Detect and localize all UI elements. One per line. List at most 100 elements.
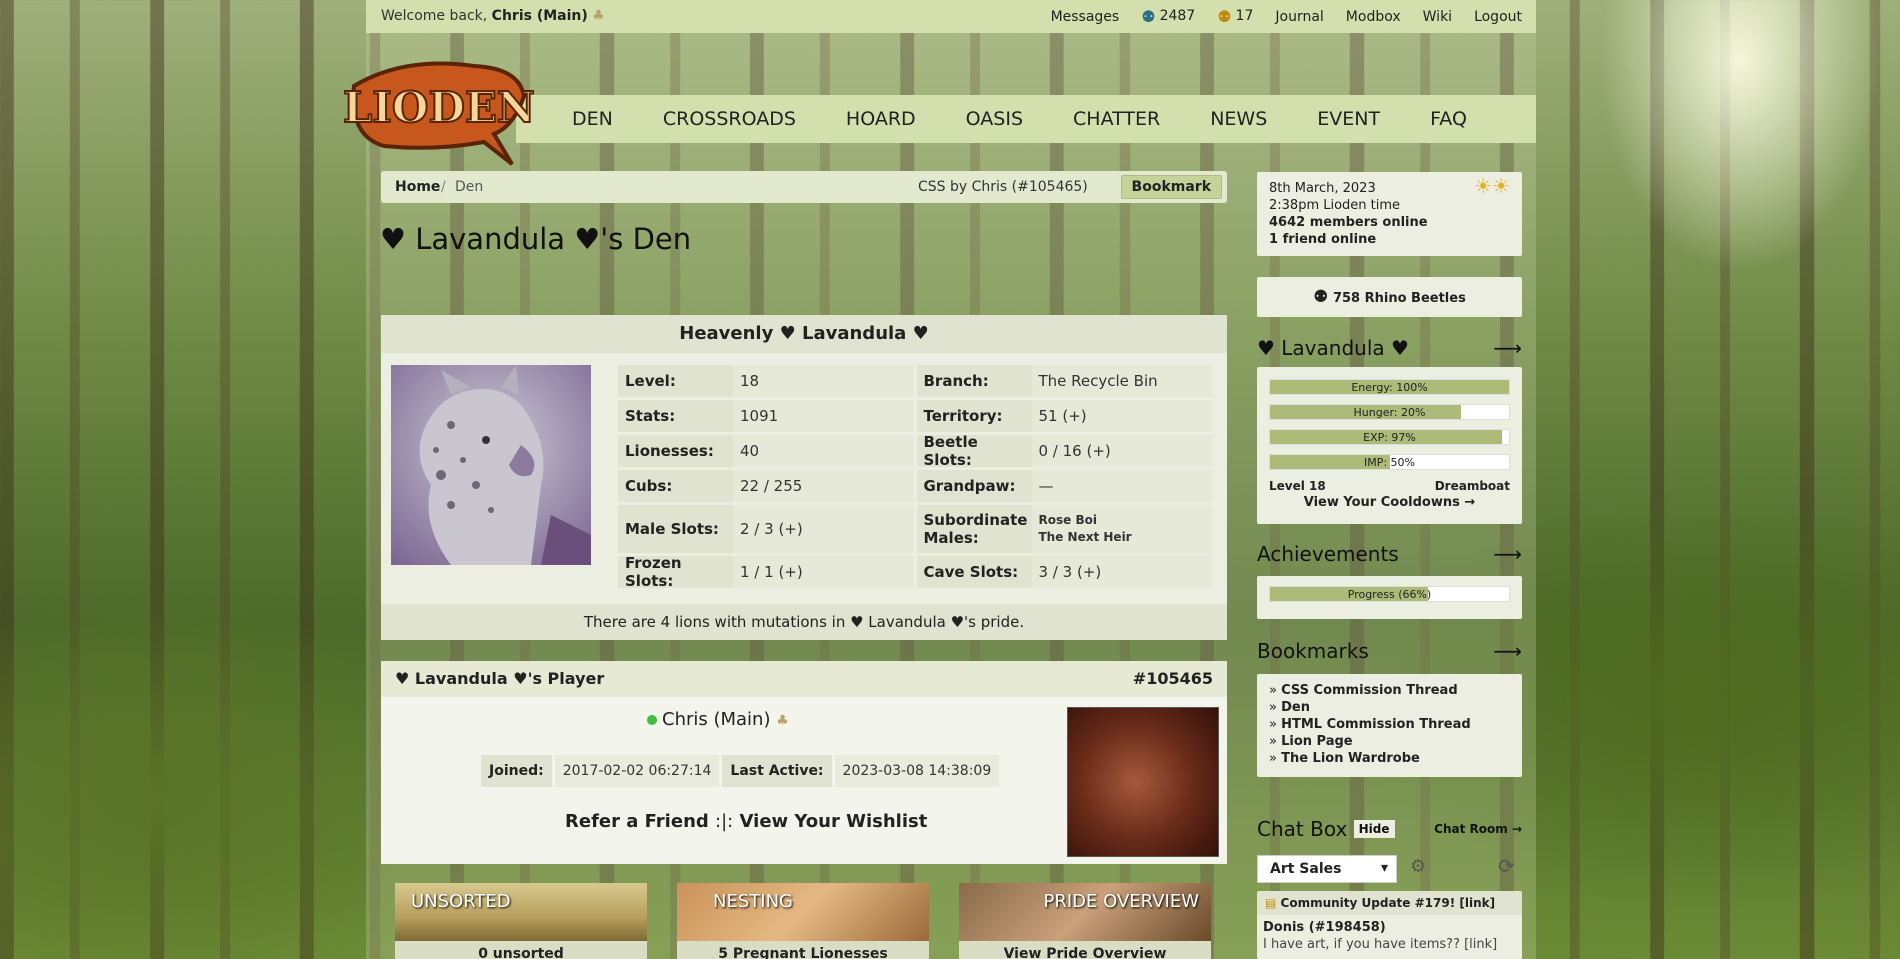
rhino-beetle-icon: ⚉ xyxy=(1313,287,1329,307)
nav-oasis[interactable]: OASIS xyxy=(966,108,1023,130)
lioden-time: 2:38pm Lioden time xyxy=(1269,198,1401,213)
journal-link[interactable]: Journal xyxy=(1275,9,1323,25)
main-nav: DEN CROSSROADS HOARD OASIS CHATTER NEWS … xyxy=(516,95,1536,143)
wishlist-link[interactable]: View Your Wishlist xyxy=(740,811,928,832)
nav-hoard[interactable]: HOARD xyxy=(846,108,916,130)
chevron-down-icon: ▾ xyxy=(1380,860,1388,876)
exp-bar: EXP: 97% xyxy=(1269,429,1510,445)
bookmark-item[interactable]: » HTML Commission Thread xyxy=(1269,716,1522,733)
tile-pride-label: PRIDE OVERVIEW xyxy=(1043,891,1199,912)
breadcrumb-current: Den xyxy=(455,179,484,195)
breadcrumb-home[interactable]: Home xyxy=(395,179,440,195)
tile-unsorted-caption: 0 unsorted xyxy=(478,946,564,959)
cave-slots-value[interactable]: 3 / 3 (+) xyxy=(1031,556,1212,588)
breadcrumb-separator: / xyxy=(441,179,446,195)
player-header: ♥ Lavandula ♥'s Player xyxy=(395,669,605,688)
frozen-slots-value[interactable]: 1 / 1 (+) xyxy=(733,556,914,588)
wiki-link[interactable]: Wiki xyxy=(1423,9,1452,25)
lion-status-panel: Energy: 100% Hunger: 20% EXP: 97% IMP: 5… xyxy=(1257,367,1522,524)
welcome-text: Welcome back, Chris (Main) ♣ xyxy=(381,8,605,24)
mutations-note: There are 4 lions with mutations in ♥ La… xyxy=(381,604,1227,640)
subordinate-males-value[interactable]: Rose Boi The Next Heir xyxy=(1031,505,1212,553)
bookmark-item[interactable]: » CSS Commission Thread xyxy=(1269,682,1522,699)
modbox-link[interactable]: Modbox xyxy=(1346,9,1401,25)
nav-news[interactable]: NEWS xyxy=(1210,108,1267,130)
player-name[interactable]: Chris (Main) ♣ xyxy=(647,709,789,730)
chat-announcement[interactable]: ▤ Community Update #179! [link] xyxy=(1257,891,1522,915)
chat-room-select[interactable]: Art Sales ▾ xyxy=(1257,855,1397,883)
last-active-value: 2023-03-08 14:38:09 xyxy=(834,755,1000,787)
user-link[interactable]: Chris (Main) xyxy=(492,8,588,24)
svg-text:LIODEN: LIODEN xyxy=(344,83,534,132)
online-status-icon xyxy=(647,715,657,725)
chat-title: Chat Box xyxy=(1257,817,1348,841)
gold-beetles-link[interactable]: ⚉ 17 xyxy=(1217,7,1253,26)
player-id[interactable]: #105465 xyxy=(1133,661,1213,697)
bookmark-button[interactable]: Bookmark xyxy=(1120,175,1222,199)
sidebar-lion-title[interactable]: ♥ Lavandula ♥ xyxy=(1257,336,1409,360)
arrow-right-icon[interactable]: ⟶ xyxy=(1493,542,1522,566)
player-links: Refer a Friend :|: View Your Wishlist xyxy=(565,811,927,832)
gold-beetle-icon: ⚉ xyxy=(1217,7,1232,26)
tile-nesting[interactable]: NESTING 5 Pregnant Lionesses xyxy=(677,883,929,959)
rhino-beetles-panel[interactable]: ⚉ 758 Rhino Beetles xyxy=(1257,277,1522,317)
breadcrumb: Home / Den CSS by Chris (#105465) Bookma… xyxy=(381,171,1227,203)
nav-event[interactable]: EVENT xyxy=(1317,108,1380,130)
bookmark-item[interactable]: » Den xyxy=(1269,699,1522,716)
css-credit[interactable]: CSS by Chris (#105465) xyxy=(918,179,1088,195)
stats-label: Stats: xyxy=(618,400,733,432)
cubs-label: Cubs: xyxy=(618,470,733,502)
branch-label: Branch: xyxy=(916,365,1032,397)
lioden-logo[interactable]: LIODEN xyxy=(344,56,534,168)
beetle-slots-value[interactable]: 0 / 16 (+) xyxy=(1031,435,1212,467)
chat-hide-button[interactable]: Hide xyxy=(1353,820,1395,838)
top-bar: Welcome back, Chris (Main) ♣ Messages ⚉ 2… xyxy=(366,0,1536,33)
energy-bar: Energy: 100% xyxy=(1269,379,1510,395)
grandpaw-label: Grandpaw: xyxy=(916,470,1032,502)
sun-weather-icon: ☀☀ xyxy=(1474,174,1510,198)
nav-crossroads[interactable]: CROSSROADS xyxy=(663,108,796,130)
arrow-right-icon[interactable]: ⟶ xyxy=(1493,639,1522,663)
nav-faq[interactable]: FAQ xyxy=(1430,108,1467,130)
logout-link[interactable]: Logout xyxy=(1474,9,1522,25)
grandpaw-value: — xyxy=(1031,470,1212,502)
tile-pride-overview[interactable]: PRIDE OVERVIEW View Pride Overview xyxy=(959,883,1211,959)
lion-panel: Heavenly ♥ Lavandula ♥ Level: 18 Branch: T… xyxy=(381,315,1227,640)
territory-value[interactable]: 51 (+) xyxy=(1031,400,1212,432)
nav-den[interactable]: DEN xyxy=(572,108,613,130)
refer-friend-link[interactable]: Refer a Friend xyxy=(565,811,709,832)
lion-image[interactable] xyxy=(391,365,591,565)
tile-nesting-label: NESTING xyxy=(713,891,793,912)
bookmark-item[interactable]: » The Lion Wardrobe xyxy=(1269,750,1522,767)
lionesses-value: 40 xyxy=(733,435,914,467)
time-panel: 8th March, 2023 2:38pm Lioden time 4642 … xyxy=(1257,172,1522,256)
nav-chatter[interactable]: CHATTER xyxy=(1073,108,1160,130)
cooldowns-link[interactable]: View Your Cooldowns → xyxy=(1257,495,1522,510)
tile-unsorted[interactable]: UNSORTED 0 unsorted xyxy=(395,883,647,959)
chat-poster[interactable]: Donis (#198458) xyxy=(1257,915,1522,935)
achievement-progress-bar[interactable]: Progress (66%) xyxy=(1269,586,1510,602)
bookmarks-header: Bookmarks ⟶ xyxy=(1257,639,1522,663)
chat-room-link[interactable]: Chat Room → xyxy=(1434,822,1522,836)
messages-link[interactable]: Messages xyxy=(1051,9,1120,25)
note-icon: ▤ xyxy=(1265,896,1277,910)
player-avatar[interactable] xyxy=(1067,707,1219,857)
arrow-right-icon[interactable]: ⟶ xyxy=(1493,336,1522,360)
male-slots-value[interactable]: 2 / 3 (+) xyxy=(733,505,914,553)
gear-icon[interactable]: ⚙ xyxy=(1410,856,1426,877)
friends-online[interactable]: 1 friend online xyxy=(1269,231,1510,248)
user-badge-icon: ♣ xyxy=(592,8,605,24)
beetle-slots-label: Beetle Slots: xyxy=(916,433,1032,469)
lionesses-label: Lionesses: xyxy=(618,435,733,467)
cave-slots-label: Cave Slots: xyxy=(916,556,1032,588)
achievements-panel: Progress (66%) xyxy=(1257,576,1522,619)
branch-value[interactable]: The Recycle Bin xyxy=(1031,365,1212,397)
chat-header: Chat Box Hide Chat Room → xyxy=(1257,817,1522,841)
refresh-icon[interactable]: ⟳ xyxy=(1498,854,1515,878)
level-value: 18 xyxy=(733,365,914,397)
lion-name[interactable]: Heavenly ♥ Lavandula ♥ xyxy=(381,315,1227,353)
members-online[interactable]: 4642 members online xyxy=(1269,214,1510,231)
bookmark-item[interactable]: » Lion Page xyxy=(1269,733,1522,750)
beetles-link[interactable]: ⚉ 2487 xyxy=(1141,7,1195,26)
tile-nesting-caption: 5 Pregnant Lionesses xyxy=(718,946,888,959)
